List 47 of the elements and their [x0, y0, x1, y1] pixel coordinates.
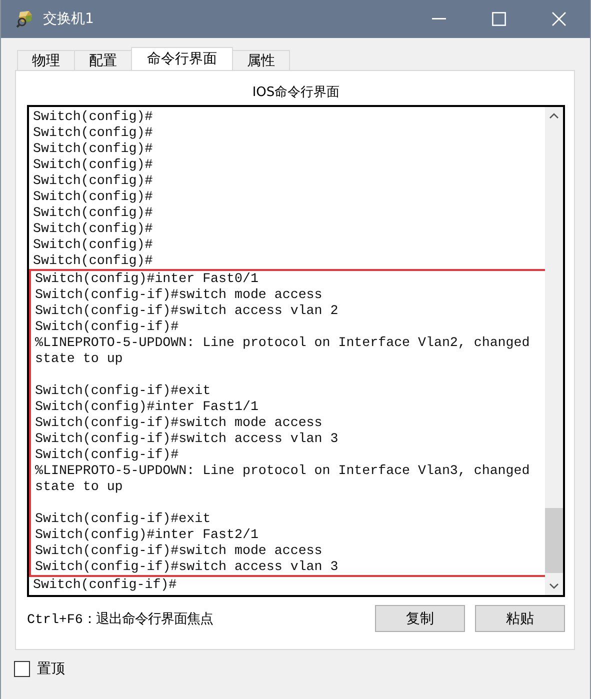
terminal-line: Switch(config)#	[33, 189, 154, 205]
checkbox[interactable]	[14, 661, 30, 677]
terminal-line: Switch(config-if)#switch access vlan 3	[35, 431, 340, 447]
terminal-line: %LINEPROTO-5-UPDOWN: Line protocol on Interface Vlan2, changed	[35, 335, 531, 351]
terminal-line: Switch(config-if)#	[33, 577, 178, 593]
shortcut-hint: Ctrl+F6：退出命令行界面焦点	[27, 610, 213, 628]
action-button[interactable]: 粘贴	[475, 605, 565, 632]
scrollbar[interactable]	[545, 107, 563, 595]
scrollbar-thumb[interactable]	[545, 508, 563, 573]
tab[interactable]: 命令行界面	[131, 47, 233, 70]
terminal-line: Switch(config)#	[33, 205, 154, 221]
tab[interactable]: 物理	[17, 50, 75, 70]
panel-title: IOS命令行界面	[251, 84, 341, 102]
maximize-icon[interactable]	[492, 12, 506, 26]
app-icon	[15, 9, 35, 29]
terminal-line: Switch(config)#	[33, 141, 154, 157]
terminal-line: Switch(config)#	[33, 253, 154, 269]
terminal-line: Switch(config)#inter Fast0/1	[35, 271, 260, 287]
terminal-line: Switch(config-if)#exit	[35, 383, 212, 399]
terminal-line: Switch(config-if)#switch access vlan 2	[35, 303, 340, 319]
terminal-line: Switch(config-if)#switch access vlan 3	[35, 559, 340, 575]
terminal-line: Switch(config-if)#	[35, 447, 180, 463]
terminal-line: Switch(config-if)#	[35, 319, 180, 335]
tab[interactable]: 配置	[74, 50, 132, 70]
terminal-line: Switch(config)#	[33, 157, 154, 173]
window-title: 交换机1	[43, 10, 94, 28]
close-icon[interactable]	[552, 12, 566, 26]
terminal-line: %LINEPROTO-5-UPDOWN: Line protocol on Interface Vlan3, changed	[35, 463, 531, 479]
terminal-line: Switch(config-if)#switch mode access	[35, 543, 324, 559]
tab[interactable]: 属性	[232, 50, 290, 70]
terminal-line: Switch(config-if)#switch mode access	[35, 415, 324, 431]
terminal-line: state to up	[35, 351, 124, 368]
terminal-line: Switch(config)#	[33, 173, 154, 189]
terminal-line: state to up	[35, 479, 124, 496]
checkbox-label: 置顶	[37, 660, 65, 678]
scroll-up-icon[interactable]	[549, 113, 559, 119]
terminal-line: Switch(config)#inter Fast2/1	[35, 527, 260, 543]
terminal-line: Switch(config)#	[33, 109, 154, 125]
terminal-line: Switch(config)#	[33, 221, 154, 237]
scroll-down-icon[interactable]	[549, 583, 559, 589]
action-button[interactable]: 复制	[375, 605, 465, 632]
terminal-line: Switch(config)#	[33, 125, 154, 141]
terminal-line: Switch(config-if)#exit	[35, 511, 212, 527]
terminal-line: Switch(config)#	[33, 237, 154, 253]
terminal-line: Switch(config)#inter Fast1/1	[35, 399, 260, 415]
minimize-icon[interactable]	[432, 18, 446, 20]
terminal-line: Switch(config-if)#switch mode access	[35, 287, 324, 303]
